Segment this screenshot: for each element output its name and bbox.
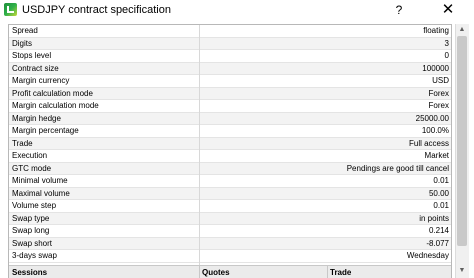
spec-row[interactable]: Swap long 0.214 [9,225,451,238]
spec-row[interactable]: Minimal volume 0.01 [9,175,451,188]
spec-row[interactable]: Stops level 0 [9,50,451,63]
spec-label: Swap type [12,213,50,223]
scroll-down-arrow-icon[interactable]: ▼ [457,266,467,276]
spec-label: Swap long [12,226,50,235]
spec-value: 0.01 [433,201,449,210]
column-separator [327,266,328,278]
spec-row[interactable]: Execution Market [9,150,451,163]
spec-row[interactable]: Margin percentage 100.0% [9,125,451,138]
spec-row[interactable]: GTC mode Pendings are good till cancel [9,162,451,175]
spec-label: Contract size [12,63,59,73]
spec-value: in points [419,213,449,223]
window-title: USDJPY contract specification [22,4,171,16]
spec-row[interactable]: Profit calculation mode Forex [9,87,451,100]
spec-row[interactable]: Margin calculation mode Forex [9,100,451,113]
app-logo-icon [4,3,17,16]
spec-value: USD [432,76,449,85]
spec-value: 0 [444,51,449,60]
spec-value: 25000.00 [415,113,449,123]
spec-value: 50.00 [428,188,449,198]
spec-value: 100.0% [421,126,449,135]
spec-label: Digits [12,38,33,48]
spec-row[interactable]: Margin currency USD [9,75,451,88]
column-separator [199,266,200,278]
spec-row[interactable]: Trade Full access [9,137,451,150]
spec-value: Market [424,151,449,160]
spec-label: Margin percentage [12,126,79,135]
spec-row[interactable]: Swap type in points [9,212,451,225]
spec-value: 3 [444,38,449,48]
spec-label: 3-days swap [12,251,57,260]
spec-label: GTC mode [12,163,52,173]
contract-specification-dialog: USDJPY contract specification ? ✕ Spread… [0,0,474,278]
spec-label: Margin calculation mode [12,101,99,110]
quotes-column-header[interactable]: Quotes [202,266,230,278]
title-bar[interactable]: USDJPY contract specification ? ✕ [0,0,474,20]
column-divider [199,25,200,278]
spec-label: Minimal volume [12,176,68,185]
spec-label: Trade [12,138,33,148]
close-button[interactable]: ✕ [430,0,466,20]
spec-label: Execution [12,151,48,160]
spec-label: Margin currency [12,76,70,85]
spec-value: 0.214 [428,226,449,235]
spec-row[interactable]: Swap short -8.077 [9,237,451,250]
spec-value: Wednesday [406,251,449,260]
spec-label: Profit calculation mode [12,88,93,98]
spec-label: Volume step [12,201,57,210]
help-button[interactable]: ? [389,0,409,20]
spec-row[interactable]: Margin hedge 25000.00 [9,112,451,125]
spec-value: Full access [408,138,449,148]
spec-label: Margin hedge [12,113,61,123]
specification-table: Spread floating Digits 3 Stops level 0 Contrac… [8,24,452,278]
spec-row[interactable]: Volume step 0.01 [9,200,451,213]
spec-row[interactable]: Digits 3 [9,37,451,50]
spec-value: Forex [428,88,449,98]
spec-value: Pendings are good till cancel [346,163,449,173]
spec-label: Stops level [12,51,52,60]
spec-value: 0.01 [433,176,449,185]
scroll-up-arrow-icon[interactable]: ▲ [457,25,467,35]
scrollbar-thumb[interactable] [457,36,467,246]
spec-row[interactable]: Maximal volume 50.00 [9,187,451,200]
trade-column-header[interactable]: Trade [330,266,351,278]
spec-value: Forex [428,101,449,110]
spec-value: floating [423,26,449,35]
sessions-table-header: Sessions Quotes Trade [9,265,451,278]
spec-value: -8.077 [426,238,449,248]
spec-label: Maximal volume [12,188,70,198]
sessions-column-header[interactable]: Sessions [12,266,47,278]
spec-value: 100000 [422,63,449,73]
spec-label: Swap short [12,238,53,248]
spec-label: Spread [12,26,38,35]
spec-row[interactable]: Spread floating [9,25,451,38]
spec-row[interactable]: 3-days swap Wednesday [9,250,451,263]
spec-row[interactable]: Contract size 100000 [9,62,451,75]
